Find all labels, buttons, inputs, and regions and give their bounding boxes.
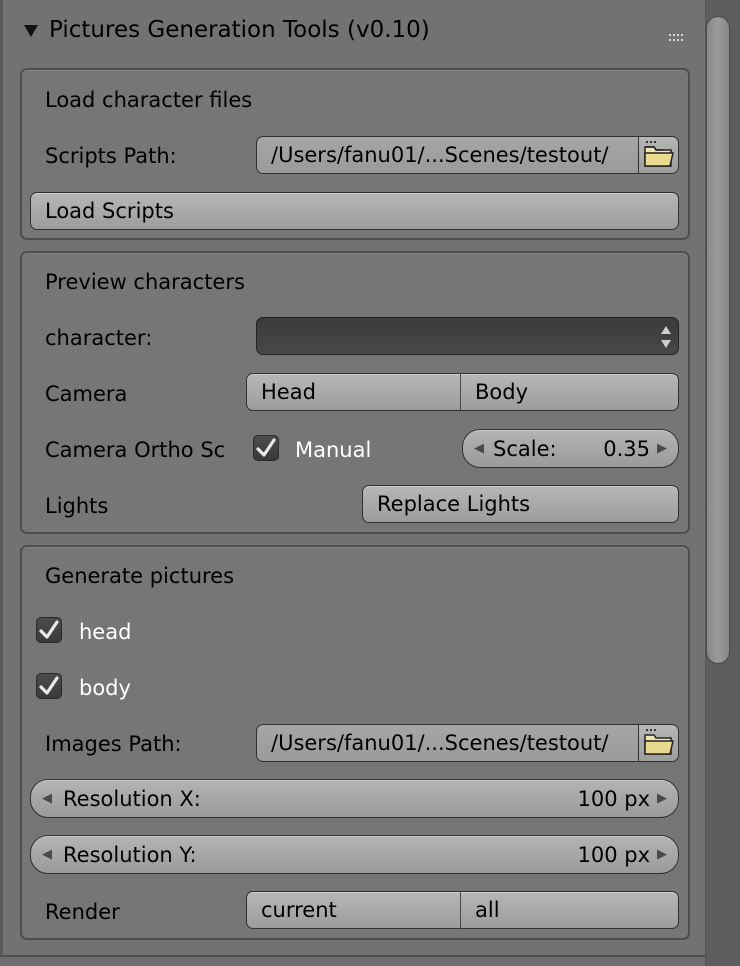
head-checkbox[interactable]: [36, 617, 62, 643]
resolution-x-field[interactable]: ◀ Resolution X: 100 px ▶: [30, 779, 679, 818]
scale-field[interactable]: ◀ Scale: 0.35 ▶: [462, 429, 679, 468]
scale-increment-icon[interactable]: ▶: [654, 441, 670, 456]
generate-section-heading: Generate pictures: [45, 564, 235, 588]
render-current-button[interactable]: current: [246, 891, 461, 929]
scripts-path-field[interactable]: /Users/fanu01/...Scenes/testout/: [256, 136, 639, 174]
drag-handle-icon[interactable]: [668, 28, 686, 41]
updown-arrows-icon: [661, 326, 671, 348]
character-dropdown[interactable]: [256, 317, 679, 355]
panel-title[interactable]: Pictures Generation Tools (v0.10): [49, 19, 430, 42]
render-all-label: all: [475, 898, 500, 922]
load-section-heading: Load character files: [45, 88, 253, 112]
tool-panel: Pictures Generation Tools (v0.10) Load c…: [0, 0, 740, 966]
images-path-browse-button[interactable]: [638, 724, 679, 762]
next-panel-edge: [0, 955, 705, 966]
folder-icon: [643, 141, 674, 167]
replace-lights-label: Replace Lights: [377, 492, 531, 516]
load-scripts-button-label: Load Scripts: [45, 199, 174, 223]
resolution-y-increment-icon[interactable]: ▶: [654, 847, 670, 862]
render-all-button[interactable]: all: [460, 891, 679, 929]
checkmark-icon: [256, 438, 276, 457]
collapse-triangle-icon[interactable]: [22, 22, 40, 40]
scrollbar-thumb[interactable]: [706, 16, 730, 664]
manual-label[interactable]: Manual: [295, 440, 371, 461]
checkmark-icon: [39, 620, 59, 639]
resolution-y-label: Resolution Y:: [63, 842, 197, 867]
resolution-x-label: Resolution X:: [63, 786, 201, 811]
resolution-x-decrement-icon[interactable]: ◀: [39, 791, 55, 806]
manual-checkbox[interactable]: [253, 435, 279, 461]
resolution-y-decrement-icon[interactable]: ◀: [39, 847, 55, 862]
render-label: Render: [45, 900, 120, 924]
panel-left-edge: [0, 0, 3, 966]
resolution-x-increment-icon[interactable]: ▶: [654, 791, 670, 806]
render-current-label: current: [261, 898, 337, 922]
body-checkbox[interactable]: [36, 673, 62, 699]
camera-ortho-label: Camera Ortho Sc: [45, 438, 226, 462]
preview-section-heading: Preview characters: [45, 270, 245, 294]
lights-label: Lights: [45, 494, 109, 518]
load-scripts-button[interactable]: Load Scripts: [30, 192, 679, 230]
resolution-x-value: 100 px: [577, 786, 650, 811]
checkmark-icon: [39, 676, 59, 695]
camera-body-button[interactable]: Body: [460, 373, 679, 411]
body-label[interactable]: body: [79, 678, 131, 699]
resolution-y-field[interactable]: ◀ Resolution Y: 100 px ▶: [30, 835, 679, 874]
camera-label: Camera: [45, 382, 128, 406]
scripts-path-label: Scripts Path:: [45, 144, 177, 168]
folder-icon: [643, 729, 674, 755]
character-label: character:: [45, 326, 153, 350]
camera-head-label: Head: [261, 380, 316, 404]
camera-head-button[interactable]: Head: [246, 373, 461, 411]
scale-decrement-icon[interactable]: ◀: [471, 441, 487, 456]
scripts-path-browse-button[interactable]: [638, 136, 679, 174]
scale-value: 0.35: [603, 436, 650, 461]
resolution-y-value: 100 px: [577, 842, 650, 867]
head-label[interactable]: head: [79, 622, 131, 643]
images-path-label: Images Path:: [45, 732, 182, 756]
scale-label: Scale:: [493, 436, 557, 461]
replace-lights-button[interactable]: Replace Lights: [362, 485, 679, 523]
images-path-field[interactable]: /Users/fanu01/...Scenes/testout/: [256, 724, 639, 762]
camera-body-label: Body: [475, 380, 529, 404]
